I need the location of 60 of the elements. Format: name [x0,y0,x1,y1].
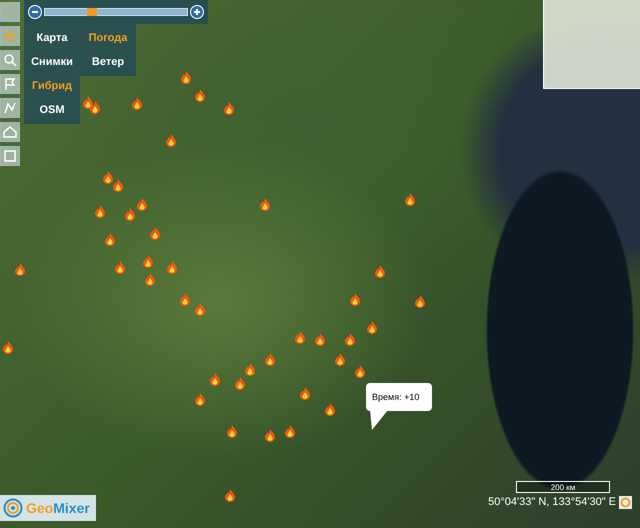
base-layer-option[interactable]: Снимки [24,50,80,74]
popup-text: Время: +10 [372,392,420,402]
overlay-option[interactable]: Погода [80,26,136,50]
overlay-option[interactable]: Ветер [80,50,136,74]
fire-icon[interactable] [195,393,205,406]
fire-icon[interactable] [166,134,176,147]
fire-icon[interactable] [405,193,415,206]
fire-icon[interactable] [90,101,100,114]
fire-icon[interactable] [83,96,93,109]
fire-icon[interactable] [113,179,123,192]
coordinates-text: 50°04'33" N, 133°54'30" E [488,496,616,508]
fire-icon[interactable] [137,198,147,211]
fire-icon[interactable] [210,373,220,386]
fire-icon[interactable] [181,71,191,84]
fire-icon[interactable] [350,293,360,306]
fire-icon[interactable] [95,205,105,218]
fire-icon[interactable] [125,208,135,221]
fire-icon[interactable] [143,255,153,268]
base-layer-option[interactable]: Карта [24,26,80,50]
zoom-thumb[interactable] [86,8,97,16]
zoom-in-icon[interactable] [190,5,204,19]
fire-icon[interactable] [180,293,190,306]
fire-icon[interactable] [195,89,205,102]
fire-icon[interactable] [315,333,325,346]
fire-icon[interactable] [15,263,25,276]
fire-icon[interactable] [132,97,142,110]
fire-icon[interactable] [235,377,245,390]
zoom-out-icon[interactable] [28,5,42,19]
fire-icon[interactable] [260,198,270,211]
fire-icon[interactable] [265,353,275,366]
fire-icon[interactable] [265,429,275,442]
fire-icon[interactable] [345,333,355,346]
scale-bar: 200 км [516,481,610,493]
fire-icon[interactable] [224,102,234,115]
fire-icon[interactable] [335,353,345,366]
fire-icon[interactable] [367,321,377,334]
logo-text: GeoMixer [26,500,90,516]
fire-icon[interactable] [245,363,255,376]
fire-icon[interactable] [145,273,155,286]
fire-icon[interactable] [225,489,235,502]
fire-icon[interactable] [150,227,160,240]
fire-icon[interactable] [300,387,310,400]
satellite-map[interactable] [0,0,640,528]
fire-icon[interactable] [227,425,237,438]
fire-icon[interactable] [375,265,385,278]
fire-icon[interactable] [115,261,125,274]
fire-icon[interactable] [103,171,113,184]
zoom-track[interactable] [44,8,188,16]
fire-icon[interactable] [415,295,425,308]
fire-icon[interactable] [167,261,177,274]
fire-icon[interactable] [325,403,335,416]
fire-icon[interactable] [295,331,305,344]
base-layer-option[interactable]: Гибрид [24,74,80,98]
fire-icon[interactable] [195,303,205,316]
base-layer-option[interactable]: OSM [24,98,80,122]
spiral-icon [3,498,23,518]
fire-icon[interactable] [285,425,295,438]
fire-icon[interactable] [105,233,115,246]
fire-icon[interactable] [355,365,365,378]
fire-icon[interactable] [3,341,13,354]
